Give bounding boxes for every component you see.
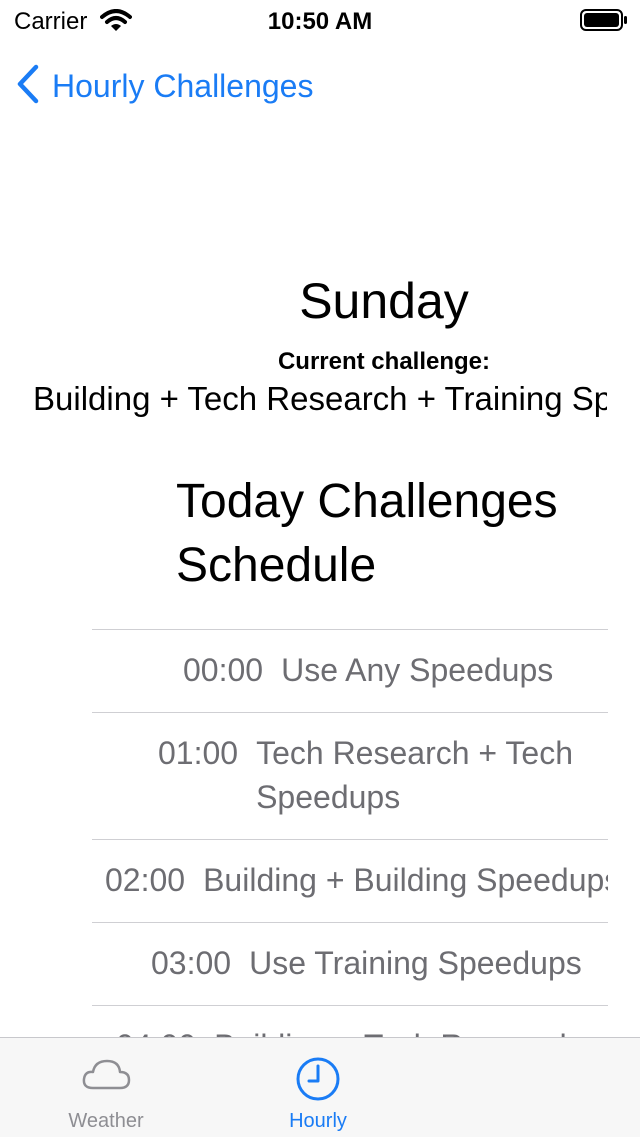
tab-bar: Weather Hourly <box>0 1037 640 1137</box>
tab-label: Weather <box>68 1110 144 1132</box>
back-button[interactable]: Hourly Challenges <box>16 64 313 109</box>
schedule-time: 04:00 <box>116 1024 196 1037</box>
cloud-icon <box>81 1056 131 1099</box>
back-label: Hourly Challenges <box>52 68 314 104</box>
schedule-label: Use Training Speedups <box>249 945 582 981</box>
schedule-time: 02:00 <box>105 862 186 898</box>
schedule-label: Building + Building Speedups <box>203 862 608 898</box>
schedule-row: 00:00 Use Any Speedups <box>92 629 608 712</box>
chevron-left-icon <box>16 64 40 109</box>
schedule-time: 01:00 <box>158 735 239 771</box>
status-bar: Carrier 10:50 AM <box>0 0 640 40</box>
schedule-list[interactable]: 00:00 Use Any Speedups 01:00 Tech Research… <box>92 629 608 1037</box>
tab-label: Hourly <box>289 1110 347 1132</box>
schedule-title: Today Challenges Schedule <box>176 475 558 592</box>
schedule-time: 03:00 <box>151 945 232 981</box>
schedule-label: Tech Research + Tech Speedups <box>256 735 573 815</box>
schedule-row: 04:00 Building + Tech Research <box>92 1005 608 1037</box>
current-challenge-value: Building + Tech Research + Training Spee… <box>33 380 607 417</box>
clock-icon <box>293 1056 343 1107</box>
battery-icon <box>580 9 628 36</box>
schedule-row: 03:00 Use Training Speedups <box>92 922 608 1005</box>
schedule-row: 02:00 Building + Building Speedups <box>92 839 608 922</box>
schedule-time: 00:00 <box>183 652 264 688</box>
current-challenge-label: Current challenge: <box>277 348 491 375</box>
schedule-row: 01:00 Tech Research + Tech Speedups <box>92 712 608 839</box>
day-title: Sunday <box>299 273 469 329</box>
schedule-label: Use Any Speedups <box>281 652 554 688</box>
status-time: 10:50 AM <box>267 8 373 35</box>
tab-weather[interactable]: Weather <box>26 1038 186 1137</box>
navigation-bar: Hourly Challenges <box>0 56 640 116</box>
schedule-label: Building + Tech Research <box>214 1024 577 1037</box>
tab-hourly[interactable]: Hourly <box>238 1038 398 1137</box>
